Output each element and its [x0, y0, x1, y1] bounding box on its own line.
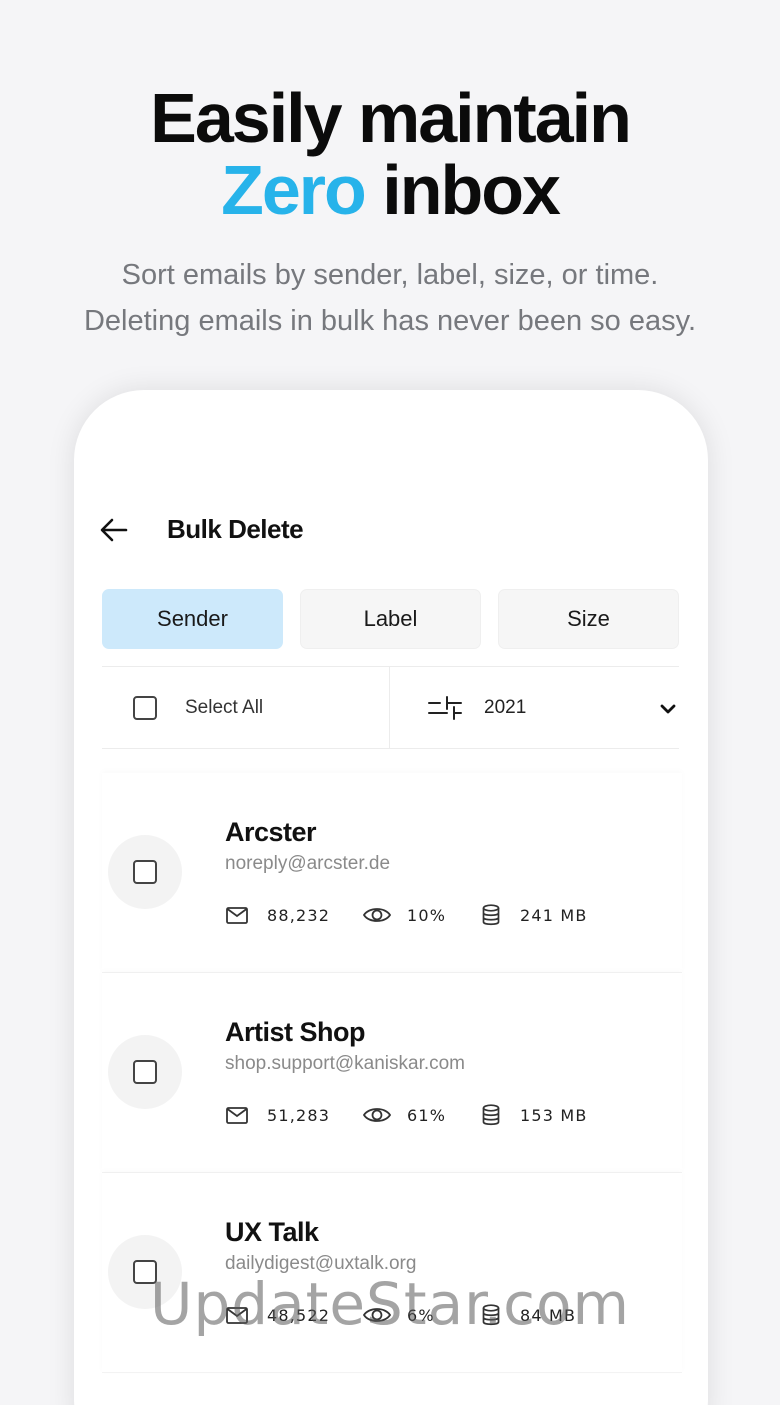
tab-size[interactable]: Size [498, 589, 679, 649]
row-checkbox[interactable] [133, 860, 157, 884]
tab-sender-label: Sender [157, 606, 228, 631]
read-rate: 10% [407, 906, 447, 925]
eye-icon [362, 1108, 392, 1122]
sender-email: noreply@arcster.de [225, 853, 391, 874]
phone-screen: Bulk Delete Sender Label Size Select All… [74, 390, 708, 1405]
headline-accent: Zero [221, 151, 367, 229]
sender-name: Arcster [225, 817, 317, 847]
email-count: 51,283 [267, 1106, 331, 1125]
read-rate: 61% [407, 1106, 447, 1125]
mail-icon [226, 907, 248, 924]
row-checkbox-container [108, 1035, 182, 1109]
list-item[interactable]: Artist Shop shop.support@kaniskar.com 51… [102, 973, 682, 1173]
sliders-icon[interactable] [427, 694, 463, 722]
sender-stats: 88,232 10% 241 MB [225, 903, 645, 927]
sender-email: shop.support@kaniskar.com [225, 1053, 466, 1074]
tab-bar: Sender Label Size [102, 589, 679, 649]
tab-label-label: Label [363, 606, 418, 631]
sender-name: Artist Shop [225, 1017, 366, 1047]
filter-bar: Select All 2021 [102, 666, 679, 749]
filter-divider [389, 667, 390, 749]
storage-size: 241 MB [520, 906, 588, 925]
row-checkbox[interactable] [133, 1060, 157, 1084]
eye-icon [362, 908, 392, 922]
subtitle: Sort emails by sender, label, size, or t… [0, 252, 780, 344]
tab-sender[interactable]: Sender [102, 589, 283, 649]
chevron-down-icon[interactable] [659, 700, 677, 718]
list-item[interactable]: Arcster noreply@arcster.de 88,232 10% 24… [102, 773, 682, 973]
database-icon [482, 904, 500, 926]
headline: Easily maintain Zero inbox [0, 82, 780, 226]
email-count: 88,232 [267, 906, 331, 925]
app-bar: Bulk Delete [74, 500, 708, 560]
tab-size-label: Size [567, 606, 610, 631]
sender-stats: 51,283 61% 153 MB [225, 1103, 645, 1127]
headline-line-2: Zero inbox [0, 154, 780, 226]
database-icon [482, 1104, 500, 1126]
row-checkbox-container [108, 835, 182, 909]
headline-line-1: Easily maintain [150, 79, 632, 157]
sender-name: UX Talk [225, 1217, 319, 1247]
tab-label[interactable]: Label [300, 589, 481, 649]
select-all-label: Select All [185, 697, 264, 718]
year-select-value[interactable]: 2021 [484, 697, 526, 719]
storage-size: 153 MB [520, 1106, 588, 1125]
arrow-left-icon[interactable] [98, 514, 130, 546]
subtitle-line-1: Sort emails by sender, label, size, or t… [121, 259, 659, 291]
watermark: UpdateStar.com [150, 1270, 630, 1338]
subtitle-line-2: Deleting emails in bulk has never been s… [83, 305, 697, 337]
mail-icon [226, 1107, 248, 1124]
screen-title: Bulk Delete [167, 514, 304, 544]
headline-line-2-rest: inbox [364, 151, 561, 229]
select-all-checkbox[interactable] [133, 696, 157, 720]
